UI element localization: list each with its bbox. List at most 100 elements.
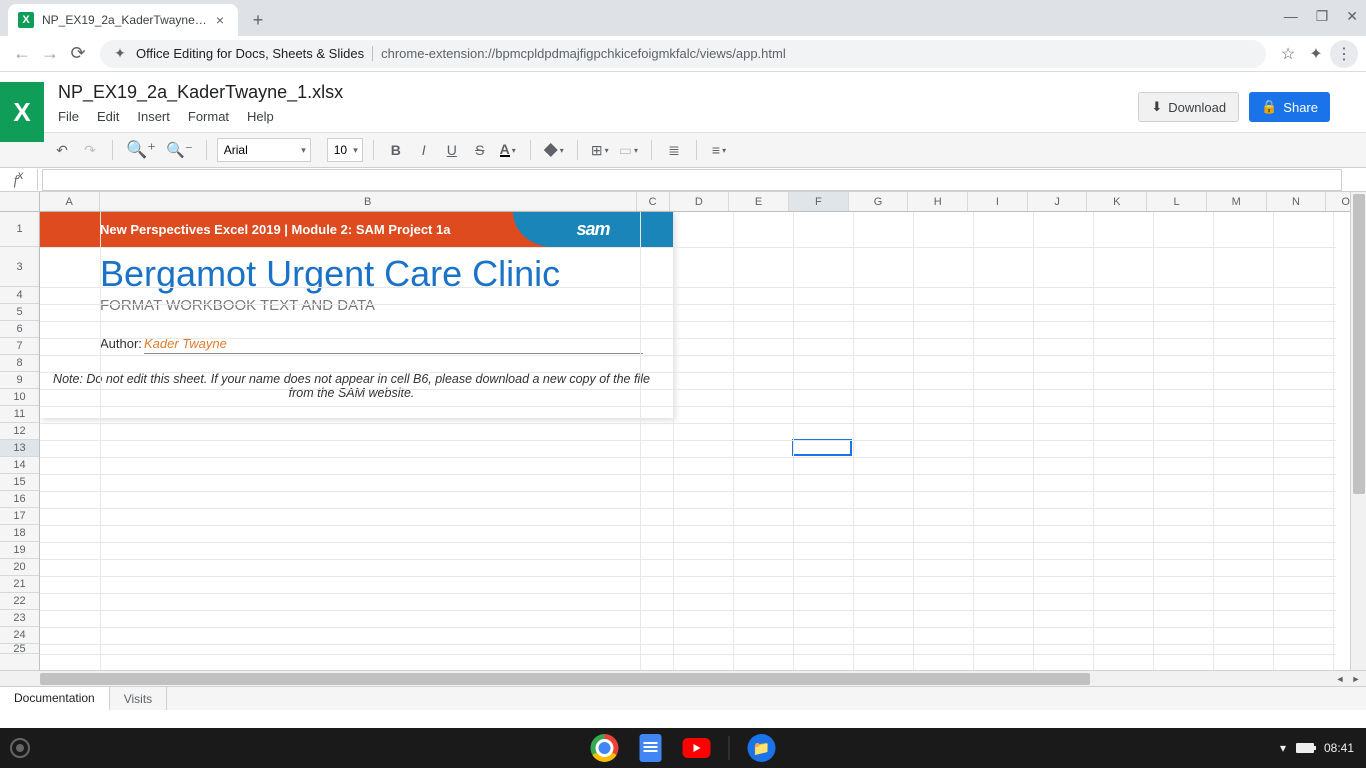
wrap-text-icon[interactable]: ≣ xyxy=(662,138,686,162)
extension-name: Office Editing for Docs, Sheets & Slides xyxy=(136,46,373,61)
col-header-H[interactable]: H xyxy=(908,192,968,211)
row-header-19[interactable]: 19 xyxy=(0,542,39,559)
row-header-13[interactable]: 13 xyxy=(0,440,39,457)
system-tray[interactable]: ▾ 08:41 xyxy=(1280,741,1354,755)
share-button[interactable]: 🔒 Share xyxy=(1249,92,1330,122)
clock: 08:41 xyxy=(1324,741,1354,755)
borders-icon[interactable]: ⊞ xyxy=(588,138,612,162)
row-header-6[interactable]: 6 xyxy=(0,321,39,338)
row-header-16[interactable]: 16 xyxy=(0,491,39,508)
col-header-N[interactable]: N xyxy=(1267,192,1327,211)
vertical-scrollbar[interactable] xyxy=(1350,192,1366,670)
font-family-select[interactable]: Arial xyxy=(217,138,311,162)
launcher-button[interactable] xyxy=(0,738,40,758)
col-header-B[interactable]: B xyxy=(100,192,637,211)
sheet-tab-documentation[interactable]: Documentation xyxy=(0,687,110,711)
row-header-4[interactable]: 4 xyxy=(0,287,39,304)
taskbar-docs-icon[interactable] xyxy=(637,734,665,762)
row-header-21[interactable]: 21 xyxy=(0,576,39,593)
col-header-J[interactable]: J xyxy=(1028,192,1088,211)
download-button[interactable]: ⬇ Download xyxy=(1138,92,1239,122)
col-header-I[interactable]: I xyxy=(968,192,1028,211)
row-header-20[interactable]: 20 xyxy=(0,559,39,576)
bold-icon[interactable]: B xyxy=(384,138,408,162)
menu-insert[interactable]: Insert xyxy=(137,109,170,124)
project-banner: New Perspectives Excel 2019 | Module 2: … xyxy=(40,212,673,247)
col-header-E[interactable]: E xyxy=(729,192,789,211)
taskbar-chrome-icon[interactable] xyxy=(591,734,619,762)
scroll-right-icon[interactable]: ► xyxy=(1348,671,1364,687)
horizontal-scrollbar[interactable]: ◄ ► xyxy=(0,670,1366,686)
browser-tab[interactable]: X NP_EX19_2a_KaderTwayne_1.xl × xyxy=(8,4,238,36)
extensions-icon[interactable]: ✦ xyxy=(1302,40,1330,68)
browser-menu-icon[interactable]: ⋮ xyxy=(1330,40,1358,68)
font-size-select[interactable]: 10 xyxy=(327,138,363,162)
bookmark-star-icon[interactable]: ☆ xyxy=(1274,40,1302,68)
row-header-11[interactable]: 11 xyxy=(0,406,39,423)
row-header-25[interactable]: 25 xyxy=(0,644,39,654)
row-header-12[interactable]: 12 xyxy=(0,423,39,440)
documentation-content: New Perspectives Excel 2019 | Module 2: … xyxy=(40,212,673,418)
row-header-17[interactable]: 17 xyxy=(0,508,39,525)
banner-text: New Perspectives Excel 2019 | Module 2: … xyxy=(40,222,450,237)
align-icon[interactable]: ≡ xyxy=(707,138,731,162)
sheet-tab-visits[interactable]: Visits xyxy=(110,687,167,710)
menu-format[interactable]: Format xyxy=(188,109,229,124)
col-header-D[interactable]: D xyxy=(670,192,730,211)
url-text: chrome-extension://bpmcpldpdmajfigpchkic… xyxy=(381,46,786,61)
col-header-A[interactable]: A xyxy=(40,192,100,211)
row-header-24[interactable]: 24 xyxy=(0,627,39,644)
col-header-L[interactable]: L xyxy=(1147,192,1207,211)
menu-edit[interactable]: Edit xyxy=(97,109,119,124)
row-header-8[interactable]: 8 xyxy=(0,355,39,372)
strikethrough-icon[interactable]: S xyxy=(468,138,492,162)
menu-file[interactable]: File xyxy=(58,109,79,124)
redo-icon[interactable]: ↷ xyxy=(78,138,102,162)
formula-bar: fx xyxy=(0,168,1366,192)
row-header-7[interactable]: 7 xyxy=(0,338,39,355)
maximize-icon[interactable]: ❐ xyxy=(1316,8,1329,25)
row-header-14[interactable]: 14 xyxy=(0,457,39,474)
row-header-15[interactable]: 15 xyxy=(0,474,39,491)
back-button[interactable]: ← xyxy=(8,40,36,68)
row-header-9[interactable]: 9 xyxy=(0,372,39,389)
row-header-5[interactable]: 5 xyxy=(0,304,39,321)
col-header-K[interactable]: K xyxy=(1087,192,1147,211)
zoom-in-icon[interactable]: 🔍⁺ xyxy=(123,138,159,162)
row-header-22[interactable]: 22 xyxy=(0,593,39,610)
fill-color-icon[interactable] xyxy=(541,138,567,162)
select-all-corner[interactable] xyxy=(0,192,40,211)
address-bar[interactable]: ✦ Office Editing for Docs, Sheets & Slid… xyxy=(100,40,1266,68)
new-tab-button[interactable]: + xyxy=(244,6,272,34)
taskbar-youtube-icon[interactable] xyxy=(683,734,711,762)
close-window-icon[interactable]: ✕ xyxy=(1346,8,1358,25)
row-header-23[interactable]: 23 xyxy=(0,610,39,627)
col-header-C[interactable]: C xyxy=(637,192,670,211)
col-header-G[interactable]: G xyxy=(849,192,909,211)
row-header-3[interactable]: 3 xyxy=(0,247,39,287)
row-header-18[interactable]: 18 xyxy=(0,525,39,542)
merge-cells-icon[interactable]: ▭ xyxy=(616,138,641,162)
col-header-M[interactable]: M xyxy=(1207,192,1267,211)
zoom-out-icon[interactable]: 🔍⁻ xyxy=(163,138,196,162)
document-filename[interactable]: NP_EX19_2a_KaderTwayne_1.xlsx xyxy=(58,82,1138,103)
row-header-1[interactable]: 1 xyxy=(0,212,39,247)
col-header-F[interactable]: F xyxy=(789,192,849,211)
taskbar-files-icon[interactable]: 📁 xyxy=(748,734,776,762)
menu-help[interactable]: Help xyxy=(247,109,274,124)
row-header-10[interactable]: 10 xyxy=(0,389,39,406)
italic-icon[interactable]: I xyxy=(412,138,436,162)
undo-icon[interactable]: ↶ xyxy=(50,138,74,162)
tab-close-icon[interactable]: × xyxy=(212,12,228,28)
text-color-icon[interactable]: A xyxy=(496,138,520,162)
instruction-note: Note: Do not edit this sheet. If your na… xyxy=(50,354,673,404)
formula-input[interactable] xyxy=(42,169,1342,191)
minimize-icon[interactable]: — xyxy=(1284,8,1298,25)
lock-icon: 🔒 xyxy=(1261,99,1277,115)
reload-button[interactable]: ⟳ xyxy=(64,40,92,68)
cells-area[interactable]: New Perspectives Excel 2019 | Module 2: … xyxy=(40,212,1366,670)
scroll-left-icon[interactable]: ◄ xyxy=(1332,671,1348,687)
forward-button: → xyxy=(36,40,64,68)
fx-label-icon: fx xyxy=(0,169,38,190)
underline-icon[interactable]: U xyxy=(440,138,464,162)
